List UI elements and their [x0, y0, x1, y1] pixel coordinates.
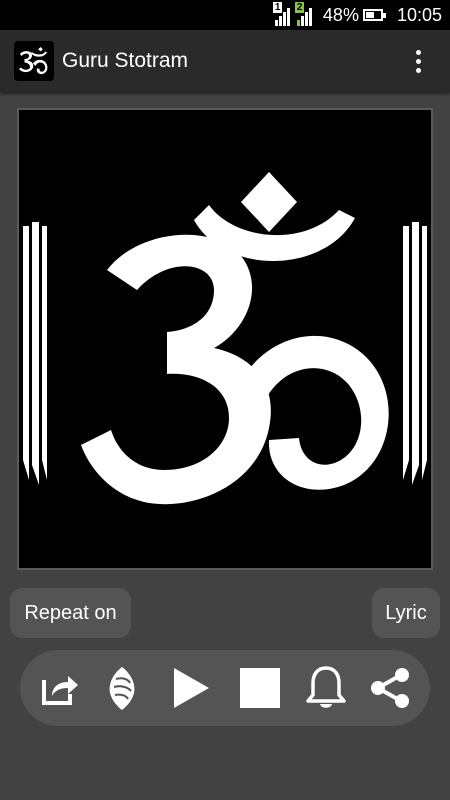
play-icon: [174, 668, 209, 708]
sim2-signal-icon: 2: [294, 2, 313, 26]
om-symbol-icon: [23, 172, 427, 505]
battery-icon: [362, 9, 386, 21]
om-logo-icon-glyph: [19, 47, 48, 75]
conch-button[interactable]: [96, 650, 148, 726]
stop-button[interactable]: [234, 650, 286, 726]
open-external-icon: [42, 676, 78, 705]
play-button[interactable]: [165, 650, 217, 726]
app-bar: Guru Stotram: [0, 30, 450, 92]
conch-shell-icon: [109, 667, 135, 710]
clock-time: 10:05: [396, 4, 442, 25]
om-symbol-artwork: [17, 108, 433, 570]
om-logo-icon[interactable]: [14, 41, 54, 81]
bell-icon: [306, 666, 346, 708]
stop-icon: [240, 668, 280, 708]
battery-percent: 48%: [322, 4, 359, 25]
lyric-button[interactable]: Lyric: [372, 588, 440, 638]
overflow-menu-icon[interactable]: [408, 46, 428, 76]
status-bar: 1 2 48% 10:05: [0, 0, 450, 30]
sim1-signal-icon: 1: [272, 2, 291, 26]
repeat-button[interactable]: Repeat on: [10, 588, 131, 638]
sim1-badge: 1: [272, 2, 283, 13]
alarm-button[interactable]: [300, 650, 352, 726]
share-button[interactable]: [364, 650, 416, 726]
om-glyph: [81, 172, 389, 505]
app-title: Guru Stotram: [62, 49, 189, 72]
right-decorative-bars: [403, 222, 427, 485]
playback-controls: [20, 650, 430, 726]
sim2-badge: 2: [294, 2, 305, 13]
open-external-button[interactable]: [34, 650, 86, 726]
left-decorative-bars: [23, 222, 47, 485]
share-icon: [371, 668, 409, 708]
